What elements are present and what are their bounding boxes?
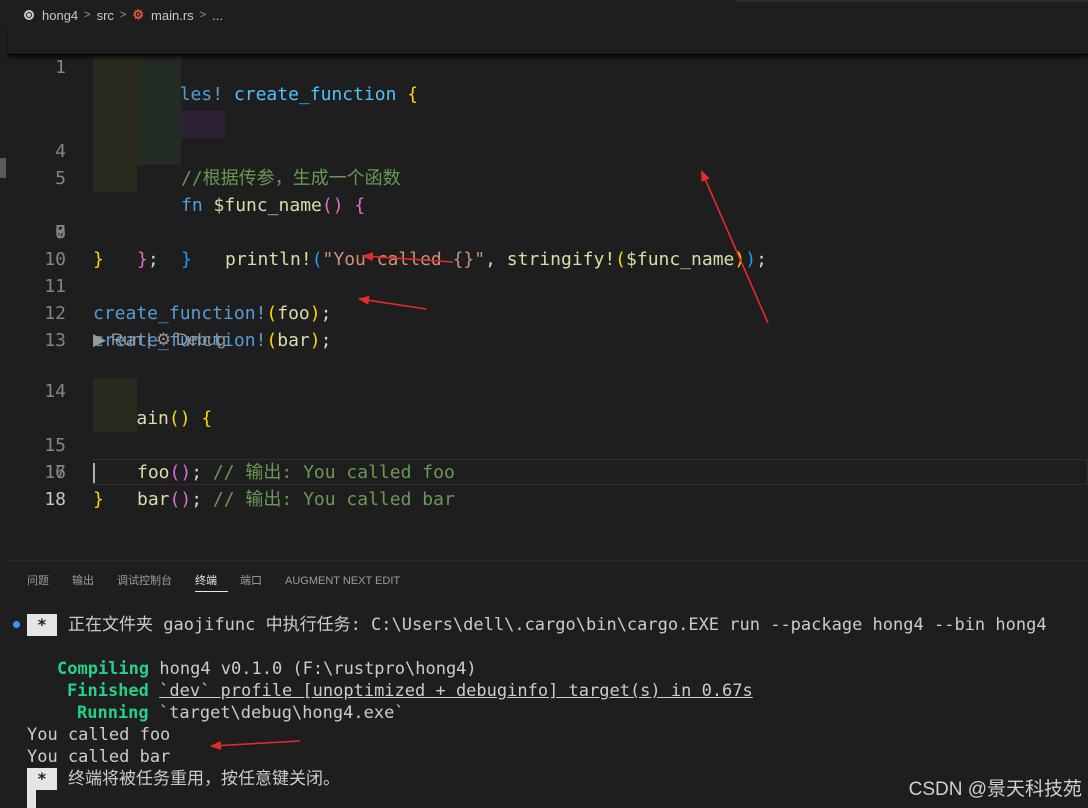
running-label: Running <box>77 703 149 723</box>
terminal-task-line: 正在文件夹 gaojifunc 中执行任务: C:\Users\dell\.ca… <box>68 615 1047 635</box>
terminal-output-bar: You called bar <box>27 747 171 767</box>
terminal-finished-line: Finished `dev` profile [unoptimized + de… <box>67 680 753 702</box>
terminal-output-foo: You called foo <box>27 725 171 745</box>
watermark: CSDN @景天科技苑 <box>908 779 1082 800</box>
vscode-window: hong4 > src > ⚙ main.rs > ... 1 macro_ru… <box>0 0 1088 808</box>
compiling-label: Compiling <box>57 659 150 679</box>
terminal: * 正在文件夹 gaojifunc 中执行任务: C:\Users\dell\.… <box>0 0 1088 808</box>
finished-label: Finished <box>67 681 149 701</box>
terminal-compiling-line: Compiling hong4 v0.1.0 (F:\rustpro\hong4… <box>57 658 477 680</box>
running-text: `target\debug\hong4.exe` <box>158 703 405 723</box>
terminal-reuse-line: 终端将被任务重用，按任意键关闭。 <box>68 769 340 789</box>
task-star-badge: * <box>27 614 57 636</box>
compiling-text: hong4 v0.1.0 (F:\rustpro\hong4) <box>159 659 477 679</box>
finished-text: `dev` profile [unoptimized + debuginfo] … <box>159 681 753 701</box>
terminal-status-dot <box>13 621 20 628</box>
terminal-cursor <box>27 787 36 808</box>
terminal-running-line: Running `target\debug\hong4.exe` <box>77 702 405 724</box>
